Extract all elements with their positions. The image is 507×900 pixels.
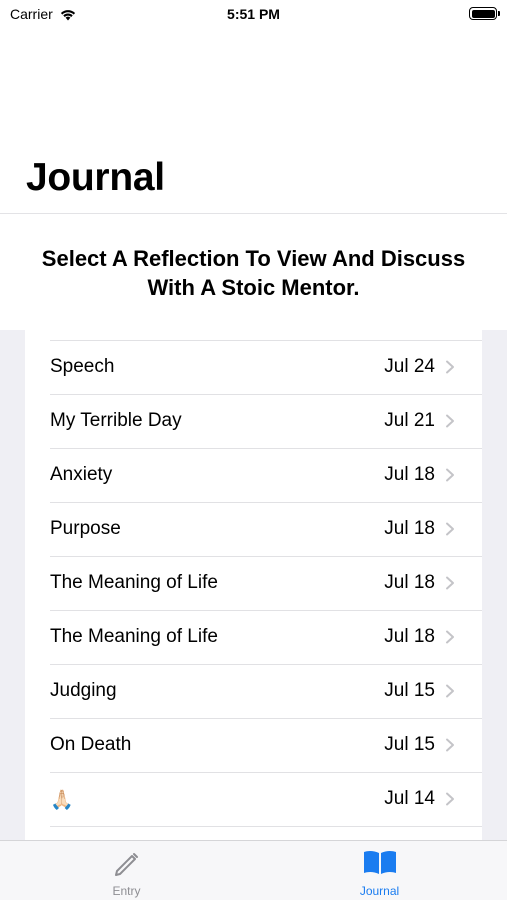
- journal-entry-row[interactable]: Purpose Jul 18: [25, 502, 482, 556]
- entry-title: My Terrible Day: [50, 410, 182, 431]
- journal-list: Speech Jul 24 My Terrible Day Jul 21 Anx…: [25, 330, 482, 841]
- status-time: 5:51 PM: [227, 6, 280, 22]
- chevron-right-icon: [446, 684, 454, 698]
- journal-entry-row[interactable]: The Meaning of Life Jul 18: [25, 556, 482, 610]
- tab-entry[interactable]: Entry: [0, 841, 253, 900]
- chevron-right-icon: [446, 630, 454, 644]
- book-icon: [363, 850, 396, 874]
- entry-title: Purpose: [50, 518, 121, 539]
- chevron-right-icon: [446, 468, 454, 482]
- entry-title: Judging: [50, 680, 117, 701]
- journal-entry-row[interactable]: On Death Jul 15: [25, 718, 482, 772]
- battery-icon: [469, 7, 500, 20]
- journal-entry-row[interactable]: Speech Jul 24: [25, 340, 482, 394]
- entry-date: Jul 18: [384, 518, 435, 539]
- journal-entry-row[interactable]: 🙏🏻 Jul 14: [25, 772, 482, 826]
- chevron-right-icon: [446, 522, 454, 536]
- journal-list-area: Speech Jul 24 My Terrible Day Jul 21 Anx…: [0, 330, 507, 841]
- journal-entry-row[interactable]: The Meaning of Life Jul 18: [25, 610, 482, 664]
- journal-entry-row[interactable]: Anxiety Jul 18: [25, 448, 482, 502]
- entry-date: Jul 15: [384, 734, 435, 755]
- journal-entry-row[interactable]: My Terrible Day Jul 21: [25, 394, 482, 448]
- entry-date: Jul 24: [384, 356, 435, 377]
- entry-title: 🙏🏻: [50, 790, 74, 811]
- tab-journal[interactable]: Journal: [253, 841, 506, 900]
- page-title: Journal: [26, 156, 165, 199]
- chevron-right-icon: [446, 792, 454, 806]
- entry-date: Jul 18: [384, 626, 435, 647]
- journal-entry-row[interactable]: Judging Jul 15: [25, 664, 482, 718]
- entry-date: Jul 14: [384, 788, 435, 809]
- entry-title: Speech: [50, 356, 115, 377]
- entry-date: Jul 18: [384, 464, 435, 485]
- entry-title: Anxiety: [50, 464, 113, 485]
- entry-date: Jul 21: [384, 410, 435, 431]
- tab-bar: Entry Journal: [0, 840, 507, 900]
- journal-entry-row-partial: [25, 826, 482, 841]
- pencil-icon: [114, 853, 138, 876]
- list-header: Select A Reflection To View And Discuss …: [41, 246, 466, 300]
- chevron-right-icon: [446, 360, 454, 374]
- chevron-right-icon: [446, 576, 454, 590]
- chevron-right-icon: [446, 414, 454, 428]
- chevron-right-icon: [446, 738, 454, 752]
- entry-title: On Death: [50, 734, 132, 755]
- title-divider: [0, 213, 507, 214]
- entry-date: Jul 15: [384, 680, 435, 701]
- entry-title: The Meaning of Life: [50, 626, 218, 647]
- entry-date: Jul 18: [384, 572, 435, 593]
- entry-title: The Meaning of Life: [50, 572, 218, 593]
- status-bar: Carrier 5:51 PM: [0, 0, 507, 28]
- tab-entry-label: Entry: [112, 884, 141, 898]
- tab-journal-label: Journal: [359, 884, 400, 898]
